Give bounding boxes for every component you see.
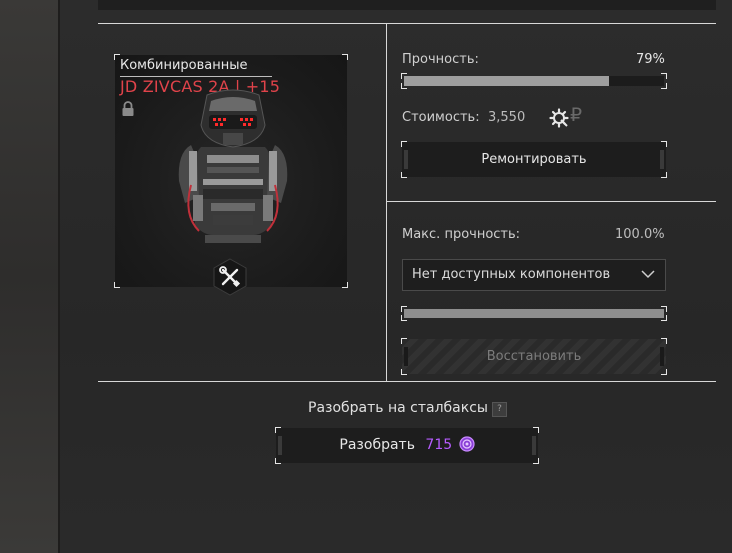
durability-bar [401, 73, 667, 89]
background-left-strip [0, 0, 58, 553]
restore-button[interactable]: Восстановить [401, 338, 667, 375]
restore-button-label: Восстановить [486, 349, 582, 364]
disassemble-button[interactable]: Разобрать 715 [275, 427, 539, 464]
disassemble-title: Разобрать на сталбаксы [308, 400, 488, 416]
disassemble-button-label: Разобрать [339, 437, 415, 453]
armor-image [178, 89, 288, 243]
top-bar [98, 0, 716, 10]
chevron-down-icon [641, 270, 655, 279]
max-durability-value: 100.0% [615, 227, 665, 242]
durability-bar-fill [404, 76, 610, 86]
item-card[interactable]: Комбинированные JD ZIVCAS 2A | +15 [114, 54, 348, 296]
stalbucks-coin-icon [458, 436, 475, 452]
max-durability-bar-fill [404, 309, 664, 318]
vertical-separator [386, 23, 387, 382]
lock-icon [122, 101, 134, 116]
gear-icon [549, 108, 569, 128]
cost-value: 3,550 [488, 110, 526, 125]
component-select-value: Нет доступных компонентов [412, 267, 611, 282]
item-category: Комбинированные [120, 58, 248, 73]
durability-value: 79% [636, 52, 665, 67]
bottom-separator [98, 381, 716, 382]
repair-button-label: Ремонтировать [481, 152, 587, 167]
wrench-screwdriver-icon[interactable] [211, 258, 249, 296]
repair-button[interactable]: Ремонтировать [401, 141, 667, 178]
max-durability-label: Макс. прочность: [402, 227, 521, 242]
top-separator [98, 23, 716, 24]
cost-label: Стоимость: [402, 110, 480, 125]
disassemble-amount: 715 [425, 437, 453, 453]
middle-separator [387, 201, 716, 202]
durability-label: Прочность: [402, 52, 479, 67]
ruble-icon: ₽ [570, 104, 583, 126]
help-icon[interactable]: ? [492, 402, 507, 417]
max-durability-bar [401, 306, 667, 321]
component-select[interactable]: Нет доступных компонентов [402, 259, 666, 291]
